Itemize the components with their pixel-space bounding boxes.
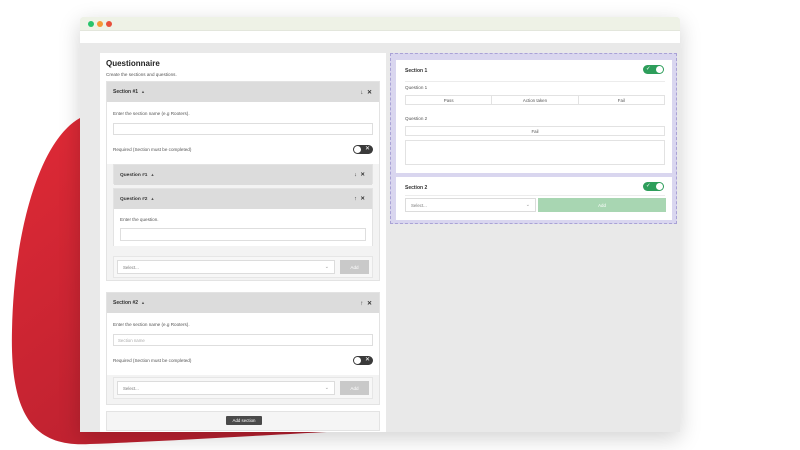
- preview-question-2-options: Fail: [405, 126, 665, 136]
- preview-section-1: Section 1 ✓ Question 1 Pass Action taken…: [396, 60, 672, 173]
- section-2-required-toggle[interactable]: ✕: [353, 356, 373, 365]
- chevron-down-icon: ⌄: [324, 385, 329, 391]
- section-2-required-label: Required (Section must be completed): [113, 358, 192, 363]
- question-1-controls[interactable]: ↓ ✕: [354, 172, 366, 178]
- section-2-card: Section #2 ▲ ↑ ✕ Enter the section name (…: [106, 292, 380, 405]
- question-2-title: Question #2: [120, 197, 148, 202]
- section-1-add-button[interactable]: Add: [340, 260, 369, 274]
- x-icon: ✕: [364, 146, 370, 152]
- question-2-card: Question #2 ▲ ↑ ✕ Enter the question.: [113, 188, 373, 246]
- section-2-question-select[interactable]: Select... ⌄: [117, 381, 335, 395]
- question-2-label: Enter the question.: [120, 217, 159, 222]
- toggle-knob: [656, 183, 663, 190]
- add-section-button[interactable]: Add section: [226, 416, 262, 425]
- select-placeholder: Select...: [123, 264, 139, 270]
- page-subtitle: Create the sections and questions.: [106, 72, 177, 77]
- question-2-controls[interactable]: ↑ ✕: [354, 196, 366, 202]
- preview-section-2: Section 2 ✓ Select... ⌄ Add: [396, 177, 672, 220]
- check-icon: ✓: [646, 183, 651, 189]
- section-1-question-select[interactable]: Select... ⌄: [117, 260, 335, 274]
- question-2-header[interactable]: Question #2 ▲ ↑ ✕: [114, 189, 372, 209]
- add-section-bar: Add section: [106, 411, 380, 431]
- section-2-header[interactable]: Section #2 ▲ ↑ ✕: [107, 293, 379, 313]
- toggle-knob: [656, 66, 663, 73]
- option-fail[interactable]: Fail: [579, 96, 664, 104]
- questionnaire-editor: Questionnaire Create the sections and qu…: [100, 53, 386, 432]
- section-2-controls[interactable]: ↑ ✕: [360, 300, 373, 307]
- preview-question-1-options: Pass Action taken Fail: [405, 95, 665, 105]
- question-2-body: Enter the question.: [114, 209, 372, 246]
- x-icon: ✕: [364, 357, 370, 363]
- divider: [405, 195, 665, 196]
- section-1-body: Enter the section name (e.g Rooters). Re…: [107, 102, 379, 164]
- section-1-name-input[interactable]: [113, 123, 373, 135]
- toggle-knob: [354, 357, 361, 364]
- section-2-name-label: Enter the section name (e.g Rooters).: [113, 322, 190, 327]
- section-1-name-label: Enter the section name (e.g Rooters).: [113, 111, 190, 116]
- section-1-card: Section #1 ▲ ↓ ✕ Enter the section name (…: [106, 81, 380, 281]
- question-1-header[interactable]: Question #1 ▲ ↓ ✕: [114, 165, 372, 185]
- section-2-title: Section #2: [113, 300, 139, 306]
- preview-section-2-select[interactable]: Select... ⌄: [405, 198, 536, 212]
- section-1-required-row: Required (Section must be completed) ✕: [113, 145, 373, 154]
- window-subbar: [80, 31, 680, 43]
- divider: [405, 81, 665, 82]
- section-2-add-button[interactable]: Add: [340, 381, 369, 395]
- caret-up-icon: ▲: [141, 89, 145, 94]
- section-1-title: Section #1: [113, 89, 139, 95]
- question-1-card: Question #1 ▲ ↓ ✕: [113, 164, 373, 185]
- preview-section-1-toggle[interactable]: ✓: [643, 65, 664, 74]
- app-window: Questionnaire Create the sections and qu…: [80, 17, 680, 432]
- window-maximize-dot[interactable]: [88, 21, 94, 27]
- select-placeholder: Select...: [123, 385, 139, 391]
- question-1-title: Question #1: [120, 173, 148, 178]
- caret-up-icon: ▲: [150, 196, 155, 201]
- section-2-select-row: Select... ⌄ Add: [113, 377, 373, 399]
- section-2-body: Enter the section name (e.g Rooters). Se…: [107, 313, 379, 375]
- toggle-knob: [354, 146, 361, 153]
- chevron-down-icon: ⌄: [324, 264, 329, 270]
- preview-section-2-add-button[interactable]: Add: [538, 198, 666, 212]
- option-pass[interactable]: Pass: [406, 96, 493, 104]
- section-1-header[interactable]: Section #1 ▲ ↓ ✕: [107, 82, 379, 102]
- section-1-controls[interactable]: ↓ ✕: [360, 89, 373, 96]
- question-2-input[interactable]: [120, 228, 366, 241]
- window-close-dot[interactable]: [106, 21, 112, 27]
- chevron-down-icon: ⌄: [525, 202, 530, 208]
- section-1-select-row: Select... ⌄ Add: [113, 256, 373, 278]
- section-1-required-label: Required (Section must be completed): [113, 147, 192, 152]
- section-2-name-input[interactable]: Section name: [113, 334, 373, 346]
- window-titlebar: [80, 17, 680, 31]
- window-minimize-dot[interactable]: [97, 21, 103, 27]
- caret-up-icon: ▲: [150, 172, 155, 177]
- preview-question-2-label: Question 2: [405, 116, 428, 121]
- preview-section-1-title: Section 1: [405, 68, 428, 74]
- preview-section-2-title: Section 2: [405, 185, 428, 191]
- preview-section-2-toggle[interactable]: ✓: [643, 182, 664, 191]
- preview-question-1-label: Question 1: [405, 85, 428, 90]
- section-1-required-toggle[interactable]: ✕: [353, 145, 373, 154]
- option-fail[interactable]: Fail: [406, 127, 664, 135]
- select-placeholder: Select...: [411, 202, 427, 208]
- option-action-taken[interactable]: Action taken: [492, 96, 579, 104]
- page-title: Questionnaire: [106, 59, 160, 68]
- caret-up-icon: ▲: [141, 300, 145, 305]
- preview-pane: Section 1 ✓ Question 1 Pass Action taken…: [390, 53, 677, 224]
- section-2-required-row: Required (Section must be completed) ✕: [113, 356, 373, 365]
- stage: Questionnaire Create the sections and qu…: [0, 0, 800, 450]
- check-icon: ✓: [646, 66, 651, 72]
- preview-notes-area[interactable]: [405, 140, 665, 165]
